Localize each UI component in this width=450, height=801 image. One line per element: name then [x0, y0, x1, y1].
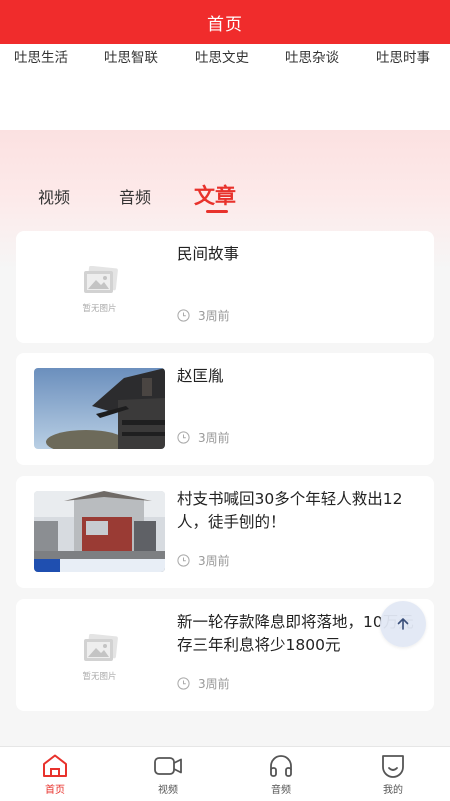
bottom-navigation: 首页 视频 音频 我的 [0, 746, 450, 801]
video-icon [154, 757, 182, 775]
article-meta: 3周前 [177, 429, 230, 446]
category-tusi-history[interactable]: 吐思文史 [195, 46, 249, 66]
tab-audio[interactable]: 音频 [119, 184, 151, 208]
no-image-label: 暂无图片 [82, 672, 117, 682]
category-tusi-life[interactable]: 吐思生活 [14, 46, 68, 66]
temple-photo-image [34, 368, 165, 449]
article-title: 民间故事 [177, 245, 240, 263]
clock-icon [177, 431, 190, 444]
article-time: 3周前 [198, 677, 230, 691]
article-card[interactable]: 暂无图片 新一轮存款降息即将落地，10万元存三年利息将少1800元 3周前 [16, 599, 434, 711]
article-time: 3周前 [198, 431, 230, 445]
tab-video[interactable]: 视频 [38, 184, 70, 208]
nav-video[interactable]: 视频 [138, 753, 198, 796]
nav-profile-label: 我的 [383, 785, 403, 796]
image-placeholder-icon [83, 266, 118, 293]
home-icon [43, 754, 67, 777]
category-tusi-news[interactable]: 吐思时事 [376, 46, 430, 66]
thumbnail-placeholder: 暂无图片 [34, 246, 165, 327]
headphones-icon [270, 755, 292, 777]
article-card[interactable]: 暂无图片 民间故事 3周前 [16, 231, 434, 343]
arrow-up-icon [397, 618, 409, 630]
nav-audio-label: 音频 [271, 785, 291, 796]
thumbnail-image [34, 368, 165, 449]
content-tabs: 视频 音频 文章 [0, 178, 450, 218]
clock-icon [177, 677, 190, 690]
article-card[interactable]: 村支书喊回30多个年轻人救出12人，徒手刨的！ 3周前 [16, 476, 434, 588]
thumbnail-image [34, 491, 165, 572]
article-title: 赵匡胤 [177, 367, 224, 385]
clock-icon [177, 554, 190, 567]
profile-icon [382, 755, 404, 778]
clock-icon [177, 309, 190, 322]
nav-home[interactable]: 首页 [25, 753, 85, 796]
nav-video-label: 视频 [158, 785, 178, 796]
active-tab-indicator [206, 210, 228, 213]
article-title: 村支书喊回30多个年轻人救出12人，徒手刨的！ [177, 490, 403, 531]
news-truck-photo-image [34, 491, 165, 572]
no-image-label: 暂无图片 [82, 304, 117, 314]
back-to-top-button[interactable] [380, 601, 426, 647]
tab-articles[interactable]: 文章 [194, 180, 236, 210]
page-title: 首页 [207, 14, 243, 35]
article-meta: 3周前 [177, 307, 230, 324]
nav-home-label: 首页 [45, 785, 65, 796]
article-card[interactable]: 赵匡胤 3周前 [16, 353, 434, 465]
category-tusi-talk[interactable]: 吐思杂谈 [285, 46, 339, 66]
article-meta: 3周前 [177, 552, 230, 569]
category-tusi-smart[interactable]: 吐思智联 [104, 46, 158, 66]
category-nav: 吐思生活 吐思智联 吐思文史 吐思杂谈 吐思时事 [0, 44, 450, 130]
article-meta: 3周前 [177, 675, 230, 692]
image-placeholder-icon [83, 634, 118, 661]
app-header: 首页 [0, 0, 450, 44]
thumbnail-placeholder: 暂无图片 [34, 614, 165, 695]
nav-profile[interactable]: 我的 [363, 753, 423, 796]
article-time: 3周前 [198, 309, 230, 323]
article-time: 3周前 [198, 554, 230, 568]
nav-audio[interactable]: 音频 [251, 753, 311, 796]
